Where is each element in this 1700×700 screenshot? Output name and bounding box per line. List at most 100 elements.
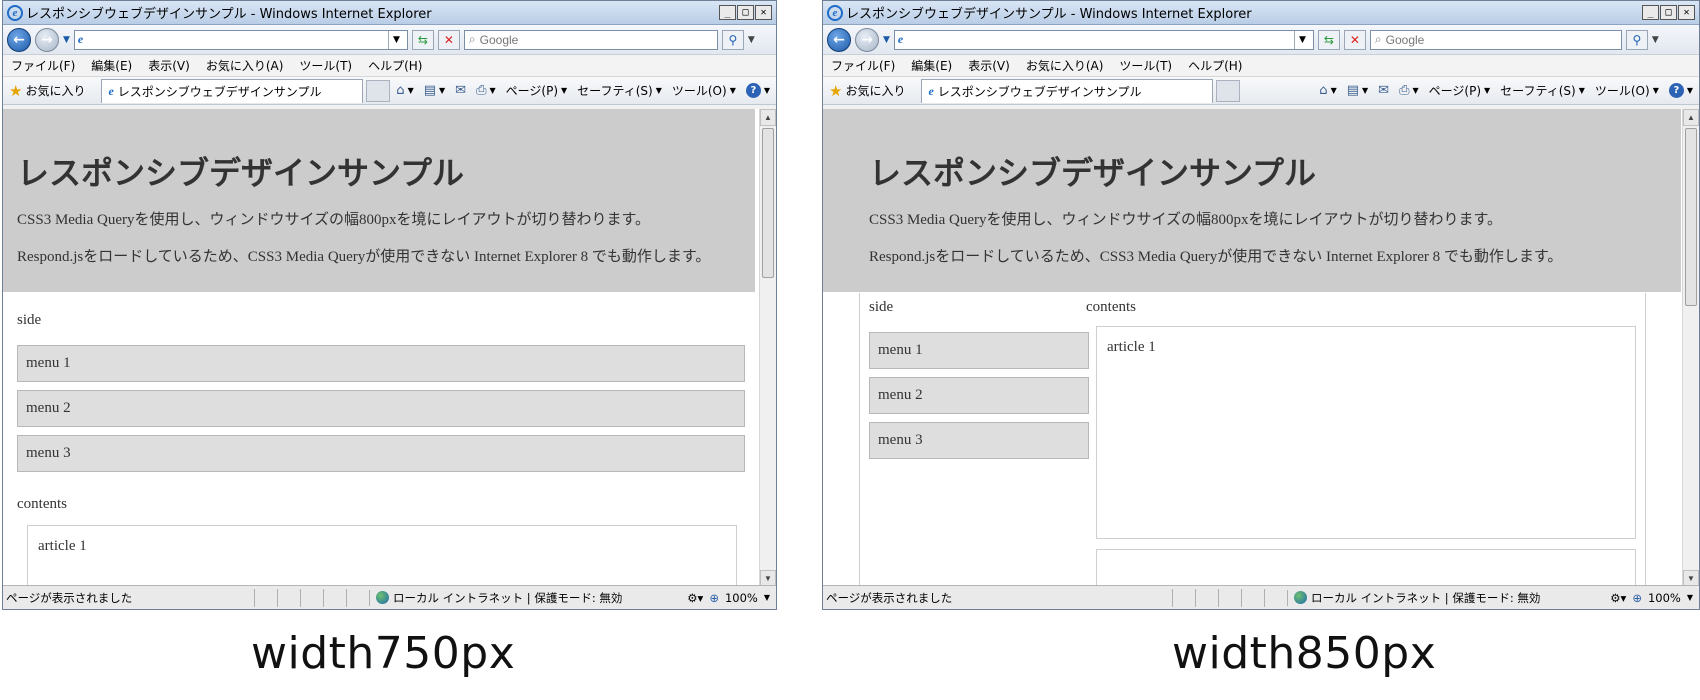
mail-icon: ✉ xyxy=(455,83,467,98)
safety-menu-button[interactable]: セーフティ(S) ▼ xyxy=(1500,82,1585,99)
zoom-dropdown-icon[interactable]: ▼ xyxy=(764,593,770,602)
stop-button[interactable]: ✕ xyxy=(437,29,460,50)
stop-icon: ✕ xyxy=(443,32,454,47)
new-tab-button[interactable] xyxy=(1216,79,1241,102)
menu-favorites[interactable]: お気に入り(A) xyxy=(1026,57,1104,74)
tools-menu-button[interactable]: ツール(O) ▼ xyxy=(1595,82,1659,99)
forward-button[interactable]: → xyxy=(35,27,59,52)
scroll-thumb[interactable] xyxy=(762,128,774,278)
print-button[interactable]: ⎙ ▼ xyxy=(1399,83,1419,98)
search-placeholder: Google xyxy=(1385,32,1425,47)
zoom-level[interactable]: 100% xyxy=(1648,591,1681,605)
search-go-button[interactable]: ⚲ xyxy=(721,29,744,50)
menu-3-button[interactable]: menu 3 xyxy=(17,435,745,472)
scroll-up-arrow[interactable]: ▲ xyxy=(1683,109,1699,126)
side-section: side menu 1 menu 2 menu 3 xyxy=(3,292,755,472)
security-zone[interactable]: ローカル イントラネット | 保護モード: 無効 xyxy=(369,589,628,606)
recent-pages-dropdown[interactable]: ▼ xyxy=(883,35,890,45)
search-options-dropdown[interactable]: ▼ xyxy=(748,35,755,45)
help-menu-button[interactable]: ? ▼ xyxy=(745,83,770,98)
menu-view[interactable]: 表示(V) xyxy=(148,57,190,74)
refresh-button[interactable]: ⇆ xyxy=(1317,29,1340,50)
page-menu-button[interactable]: ページ(P) ▼ xyxy=(1429,82,1491,99)
safety-menu-button[interactable]: セーフティ(S) ▼ xyxy=(577,82,662,99)
back-button[interactable]: ← xyxy=(827,27,851,52)
home-button[interactable]: ⌂ ▼ xyxy=(396,83,413,98)
protected-mode-icon[interactable]: ⚙▾ xyxy=(1610,591,1626,605)
favorites-star-icon: ★ xyxy=(9,81,23,100)
feeds-button[interactable]: ▤ ▼ xyxy=(424,83,445,98)
maximize-button[interactable]: □ xyxy=(737,5,754,20)
search-placeholder: Google xyxy=(479,32,519,47)
search-input[interactable]: ⌕ Google xyxy=(463,29,718,50)
mail-icon: ✉ xyxy=(1378,83,1390,98)
menu-edit[interactable]: 編集(E) xyxy=(911,57,952,74)
menu-2-button[interactable]: menu 2 xyxy=(869,377,1089,414)
menu-favorites[interactable]: お気に入り(A) xyxy=(206,57,284,74)
feeds-button[interactable]: ▤ ▼ xyxy=(1347,83,1368,98)
scroll-thumb[interactable] xyxy=(1685,128,1697,306)
menu-file[interactable]: ファイル(F) xyxy=(831,57,895,74)
menu-edit[interactable]: 編集(E) xyxy=(91,57,132,74)
address-input[interactable]: e ▼ xyxy=(893,29,1314,50)
tools-menu-button[interactable]: ツール(O) ▼ xyxy=(672,82,736,99)
address-dropdown-icon[interactable]: ▼ xyxy=(1293,30,1310,49)
new-tab-button[interactable] xyxy=(366,79,391,102)
article-1: article 1 xyxy=(1096,326,1636,539)
article-2 xyxy=(1096,549,1636,587)
stop-button[interactable]: ✕ xyxy=(1343,29,1366,50)
protected-mode-icon[interactable]: ⚙▾ xyxy=(687,591,703,605)
contents-section: contents article 1 xyxy=(3,480,755,587)
refresh-button[interactable]: ⇆ xyxy=(411,29,434,50)
menu-tools[interactable]: ツール(T) xyxy=(299,57,352,74)
favorites-button[interactable]: お気に入り xyxy=(845,82,905,99)
vertical-scrollbar[interactable]: ▲ ▼ xyxy=(759,109,776,587)
forward-button[interactable]: → xyxy=(855,27,879,52)
caption-right: width850px xyxy=(1172,628,1437,679)
article-1-title: article 1 xyxy=(1107,339,1156,355)
minimize-button[interactable]: _ xyxy=(719,5,736,20)
address-bar: ← → ▼ e ▼ ⇆ ✕ ⌕ Google ⚲ ▼ xyxy=(3,25,776,55)
zoom-level[interactable]: 100% xyxy=(725,591,758,605)
maximize-button[interactable]: □ xyxy=(1660,5,1677,20)
address-dropdown-icon[interactable]: ▼ xyxy=(387,30,404,49)
home-button[interactable]: ⌂ ▼ xyxy=(1319,83,1336,98)
menu-1-button[interactable]: menu 1 xyxy=(869,332,1089,369)
menu-tools[interactable]: ツール(T) xyxy=(1119,57,1172,74)
browser-tab[interactable]: e レスポンシブウェブデザインサンプル xyxy=(921,78,1214,103)
page-menu-button[interactable]: ページ(P) ▼ xyxy=(506,82,568,99)
menu-file[interactable]: ファイル(F) xyxy=(11,57,75,74)
search-input[interactable]: ⌕ Google xyxy=(1369,29,1622,50)
page-description-2: Respond.jsをロードしているため、CSS3 Media Queryが使用… xyxy=(17,249,711,265)
vertical-scrollbar[interactable]: ▲ ▼ xyxy=(1682,109,1699,587)
security-zone[interactable]: ローカル イントラネット | 保護モード: 無効 xyxy=(1287,589,1546,606)
mail-button[interactable]: ✉ xyxy=(455,83,466,98)
search-go-button[interactable]: ⚲ xyxy=(1625,29,1648,50)
menu-help[interactable]: ヘルプ(H) xyxy=(1188,57,1242,74)
menu-help[interactable]: ヘルプ(H) xyxy=(368,57,422,74)
scroll-up-arrow[interactable]: ▲ xyxy=(760,109,776,126)
tab-title: レスポンシブウェブデザインサンプル xyxy=(117,84,322,99)
close-button[interactable]: ✕ xyxy=(1678,5,1695,20)
menu-2-button[interactable]: menu 2 xyxy=(17,390,745,427)
recent-pages-dropdown[interactable]: ▼ xyxy=(63,35,70,45)
close-button[interactable]: ✕ xyxy=(755,5,772,20)
favorites-bar: ★ お気に入り e レスポンシブウェブデザインサンプル ⌂ ▼ ▤ ▼ ✉ ⎙ ▼ ペ… xyxy=(3,77,776,105)
menu-view[interactable]: 表示(V) xyxy=(968,57,1010,74)
address-input[interactable]: e ▼ xyxy=(73,29,408,50)
search-options-dropdown[interactable]: ▼ xyxy=(1652,35,1659,45)
page-viewport: レスポンシブデザインサンプル CSS3 Media Queryを使用し、ウィンド… xyxy=(823,109,1699,587)
minimize-button[interactable]: _ xyxy=(1642,5,1659,20)
status-bar: ページが表示されました ローカル イントラネット | 保護モード: 無効 ⚙▾ … xyxy=(3,585,776,609)
mail-button[interactable]: ✉ xyxy=(1378,83,1389,98)
print-button[interactable]: ⎙ ▼ xyxy=(476,83,496,98)
zoom-dropdown-icon[interactable]: ▼ xyxy=(1687,593,1693,602)
menu-1-button[interactable]: menu 1 xyxy=(17,345,745,382)
back-button[interactable]: ← xyxy=(7,27,31,52)
help-menu-button[interactable]: ? ▼ xyxy=(1668,83,1693,98)
favorites-button[interactable]: お気に入り xyxy=(25,82,85,99)
caption-left: width750px xyxy=(251,628,516,679)
menu-3-button[interactable]: menu 3 xyxy=(869,422,1089,459)
title-bar: e レスポンシブウェブデザインサンプル - Windows Internet E… xyxy=(823,1,1699,25)
browser-tab[interactable]: e レスポンシブウェブデザインサンプル xyxy=(101,78,364,103)
